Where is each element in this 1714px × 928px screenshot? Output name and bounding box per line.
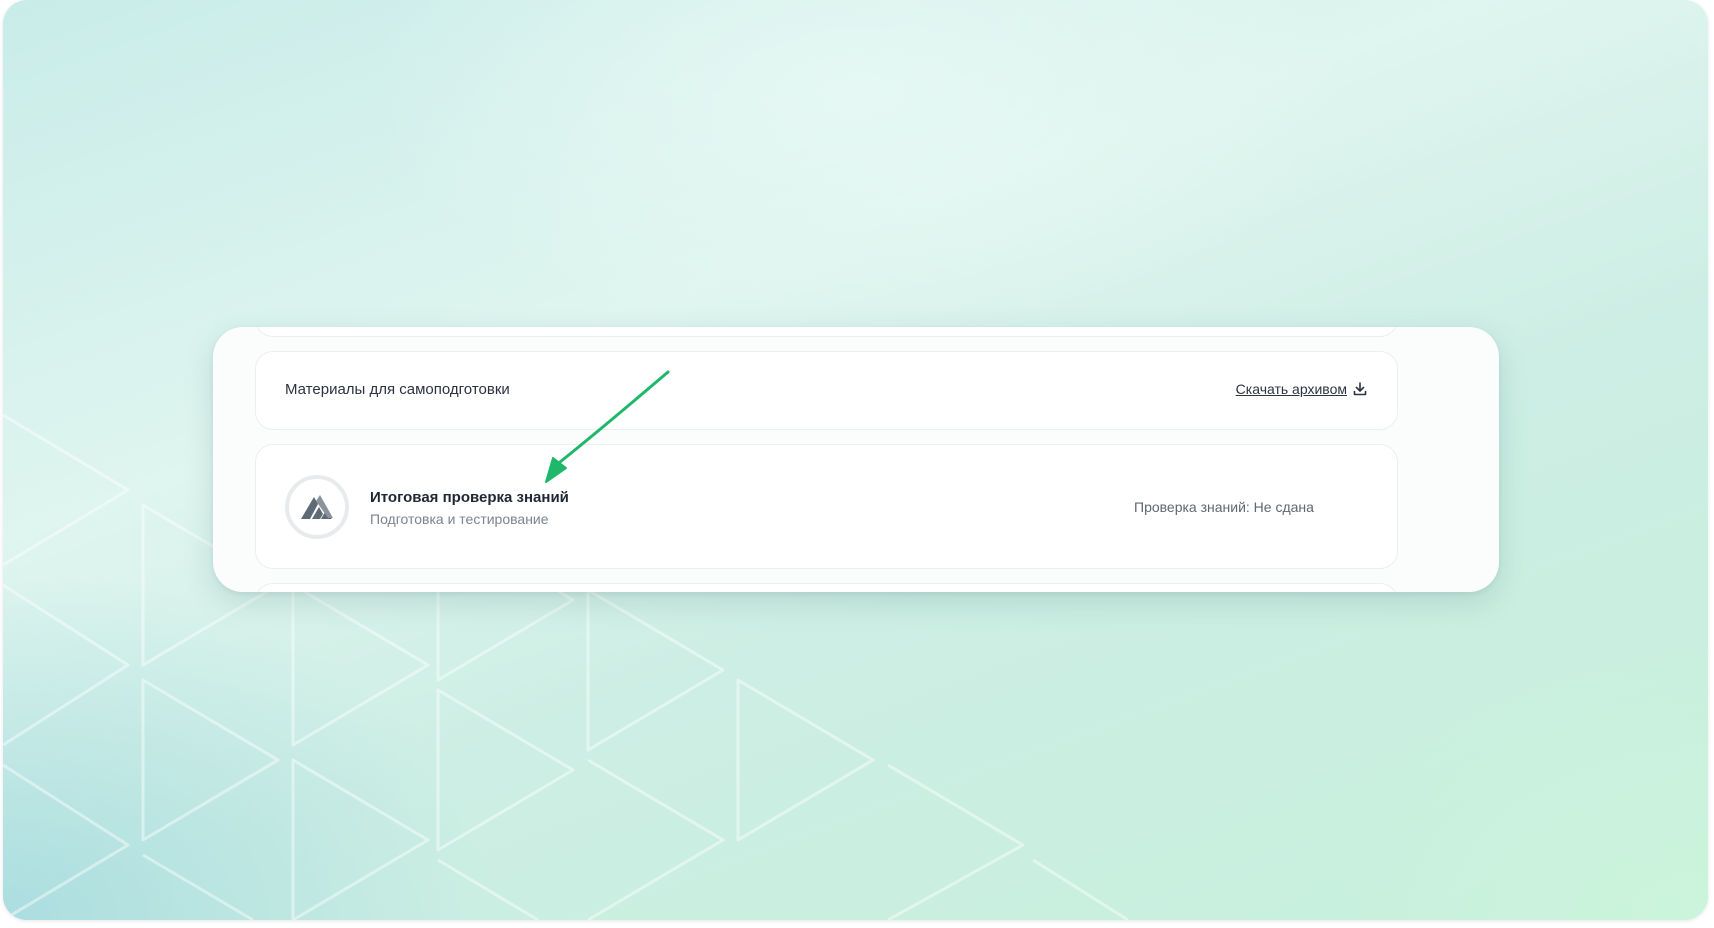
- download-archive-link[interactable]: Скачать архивом: [1236, 381, 1367, 397]
- materials-row: Материалы для самоподготовки Скачать арх…: [255, 351, 1398, 430]
- download-icon: [1353, 382, 1367, 396]
- test-subtitle: Подготовка и тестирование: [370, 511, 549, 527]
- final-test-row[interactable]: Итоговая проверка знаний Подготовка и те…: [255, 444, 1398, 569]
- mountain-logo-icon: [285, 475, 349, 539]
- list-item-next: [255, 583, 1398, 592]
- test-title: Итоговая проверка знаний: [370, 489, 569, 506]
- materials-title: Материалы для самоподготовки: [285, 381, 510, 398]
- download-archive-label: Скачать архивом: [1235, 381, 1347, 397]
- test-status: Проверка знаний: Не сдана: [1134, 499, 1314, 515]
- materials-card: Материалы для самоподготовки Скачать арх…: [213, 327, 1499, 592]
- list-item-previous: [255, 327, 1398, 337]
